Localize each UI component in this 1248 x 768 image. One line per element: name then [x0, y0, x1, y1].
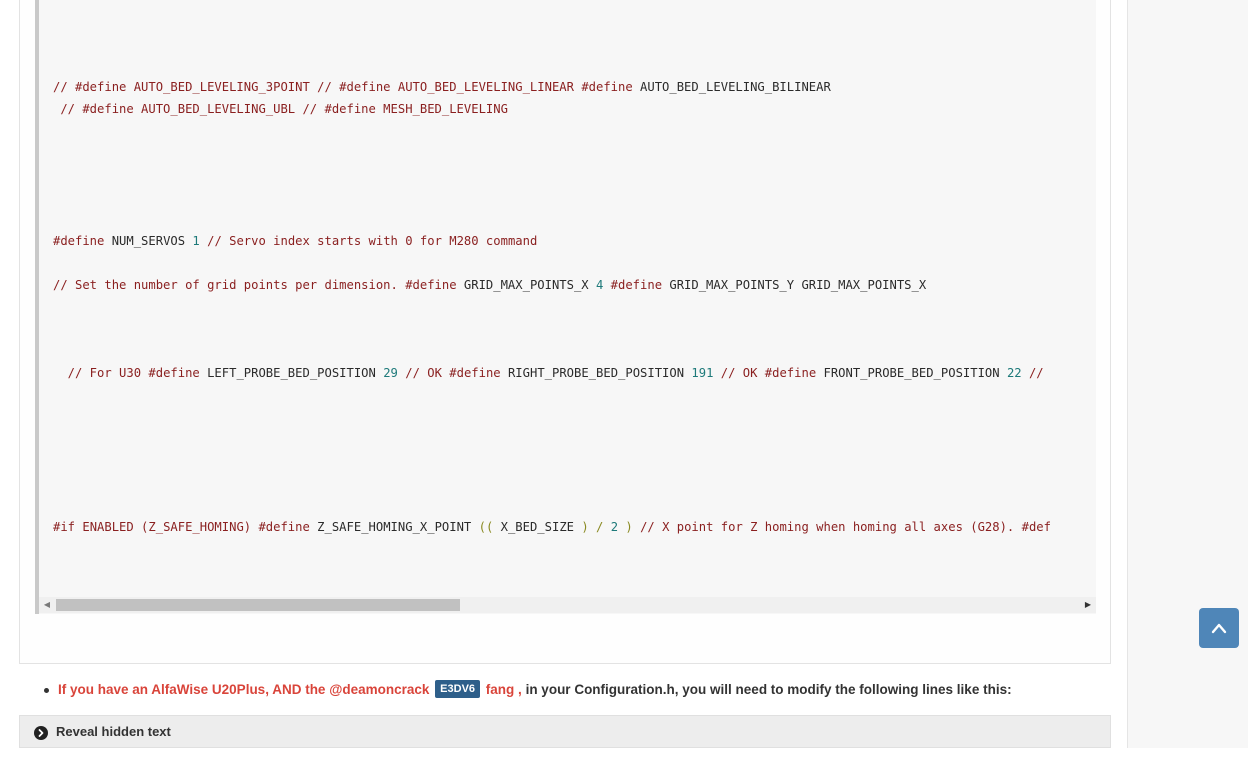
- chevron-circle-right-icon: [34, 726, 48, 740]
- code-line: // #define AUTO_BED_LEVELING_3POINT // #…: [53, 79, 831, 95]
- code-token: 29: [383, 366, 398, 380]
- code-token: FRONT_PROBE_BED_POSITION: [823, 366, 1007, 380]
- code-token: // For U30: [53, 366, 149, 380]
- code-token: #define: [581, 80, 641, 94]
- code-line: // Set the number of grid points per dim…: [53, 277, 926, 293]
- code-token: NUM_SERVOS: [111, 234, 193, 248]
- code-token: ((: [478, 520, 501, 534]
- chevron-up-icon: [1211, 623, 1227, 634]
- code-token: 2: [610, 520, 619, 534]
- code-token: AUTO_BED_LEVELING_BILINEAR: [640, 80, 831, 94]
- code-token: // X point for Z homing when homing all …: [640, 520, 1051, 534]
- scrollbar-thumb[interactable]: [56, 599, 460, 611]
- code-token: // OK: [713, 366, 765, 380]
- code-token: // #define AUTO_BED_LEVELING_UBL // #def…: [53, 102, 508, 116]
- highlight-text-2: fang ,: [485, 682, 522, 697]
- code-token: #define: [148, 366, 208, 380]
- page-margin: [0, 0, 19, 748]
- code-token: // Set the number of grid points per dim…: [53, 278, 406, 292]
- code-line: #if ENABLED (Z_SAFE_HOMING) #define Z_SA…: [53, 519, 1051, 535]
- post-content: // #define AUTO_BED_LEVELING_3POINT // #…: [19, 0, 1111, 664]
- code-token: #define: [603, 278, 670, 292]
- code-token: 1: [192, 234, 200, 248]
- reveal-hidden-text-button[interactable]: Reveal hidden text: [19, 715, 1111, 748]
- instruction-text: in your Configuration.h, you will need t…: [525, 682, 1012, 697]
- highlight-text: If you have an AlfaWise U20Plus, AND the…: [58, 682, 430, 697]
- code-token: X_BED_SIZE: [500, 520, 582, 534]
- code-token: GRID_MAX_POINTS_Y GRID_MAX_POINTS_X: [669, 278, 927, 292]
- code-token: // Servo index starts with 0 for M280 co…: [199, 234, 538, 248]
- code-token: ) /: [581, 520, 611, 534]
- horizontal-scrollbar[interactable]: ◀ ▶: [39, 597, 1096, 613]
- back-to-top-button[interactable]: [1199, 608, 1239, 648]
- list-item: If you have an AlfaWise U20Plus, AND the…: [44, 680, 1104, 700]
- code-token: Z_SAFE_HOMING_X_POINT: [317, 520, 479, 534]
- code-token: //: [1021, 366, 1044, 380]
- code-token: RIGHT_PROBE_BED_POSITION: [507, 366, 692, 380]
- code-token: 191: [691, 366, 714, 380]
- bullet-dot: [44, 688, 49, 693]
- code-token: #define: [53, 234, 112, 248]
- e3dv6-tag[interactable]: E3DV6: [435, 680, 481, 699]
- code-token: #define: [405, 278, 464, 292]
- code-token: ENABLED (Z_SAFE_HOMING) #define: [82, 520, 318, 534]
- code-line: #define NUM_SERVOS 1 // Servo index star…: [53, 233, 537, 249]
- scroll-right-icon[interactable]: ▶: [1080, 597, 1096, 613]
- code-token: // OK: [397, 366, 450, 380]
- scroll-left-icon[interactable]: ◀: [39, 597, 55, 613]
- code-token: GRID_MAX_POINTS_X: [463, 278, 596, 292]
- code-line: // For U30 #define LEFT_PROBE_BED_POSITI…: [53, 365, 1044, 381]
- code-block: // #define AUTO_BED_LEVELING_3POINT // #…: [35, 0, 1096, 614]
- code-token: #define: [764, 366, 824, 380]
- code-line: // #define AUTO_BED_LEVELING_UBL // #def…: [53, 101, 508, 117]
- code-token: #if: [53, 520, 83, 534]
- code-token: ): [618, 520, 641, 534]
- code-token: #define: [449, 366, 508, 380]
- code-token: // #define AUTO_BED_LEVELING_3POINT // #…: [53, 80, 582, 94]
- spoiler-label: Reveal hidden text: [56, 724, 171, 739]
- code-token: 22: [1006, 366, 1022, 380]
- code-token: LEFT_PROBE_BED_POSITION: [207, 366, 384, 380]
- bullet-text: If you have an AlfaWise U20Plus, AND the…: [58, 680, 1012, 700]
